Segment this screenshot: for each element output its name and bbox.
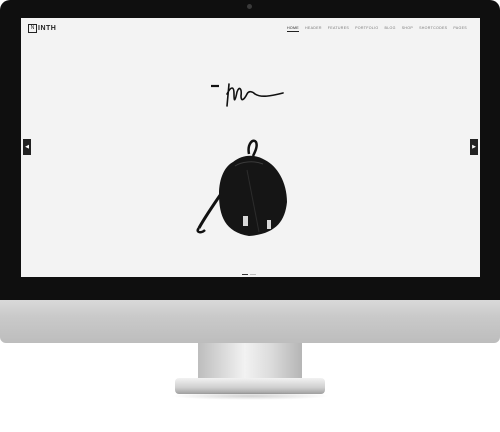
signature-graphic bbox=[211, 83, 284, 107]
nav-item-home[interactable]: HOME bbox=[287, 26, 299, 32]
bag-product-image bbox=[196, 139, 287, 236]
slider-prev-button[interactable]: ◀ bbox=[23, 139, 31, 155]
slider-dot[interactable] bbox=[242, 274, 248, 275]
nav-item-shop[interactable]: SHOP bbox=[402, 26, 413, 32]
slider-dot[interactable] bbox=[250, 274, 256, 275]
chevron-right-icon: ▶ bbox=[472, 144, 476, 150]
nav-item-header[interactable]: HEADER bbox=[305, 26, 322, 32]
site-logo[interactable]: N INTH bbox=[28, 24, 56, 33]
nav-item-shortcodes[interactable]: SHORTCODES bbox=[419, 26, 447, 32]
monitor-chin bbox=[0, 300, 500, 343]
camera-icon bbox=[247, 4, 252, 9]
logo-mark: N bbox=[28, 24, 37, 33]
monitor-bezel: N INTH HOME HEADER FEATURES PORTFOLIO BL… bbox=[0, 0, 500, 300]
chevron-left-icon: ◀ bbox=[25, 144, 29, 150]
logo-text: INTH bbox=[38, 25, 57, 32]
nav-item-features[interactable]: FEATURES bbox=[328, 26, 349, 32]
website-screen: N INTH HOME HEADER FEATURES PORTFOLIO BL… bbox=[21, 18, 480, 277]
nav-item-portfolio[interactable]: PORTFOLIO bbox=[355, 26, 378, 32]
slider-pagination bbox=[242, 274, 256, 275]
slider-next-button[interactable]: ▶ bbox=[470, 139, 478, 155]
nav-item-blog[interactable]: BLOG bbox=[385, 26, 396, 32]
main-navigation: HOME HEADER FEATURES PORTFOLIO BLOG SHOP… bbox=[287, 26, 467, 32]
nav-item-pages[interactable]: PAGES bbox=[453, 26, 467, 32]
monitor-stand-neck bbox=[198, 343, 302, 379]
stand-shadow bbox=[170, 392, 330, 400]
